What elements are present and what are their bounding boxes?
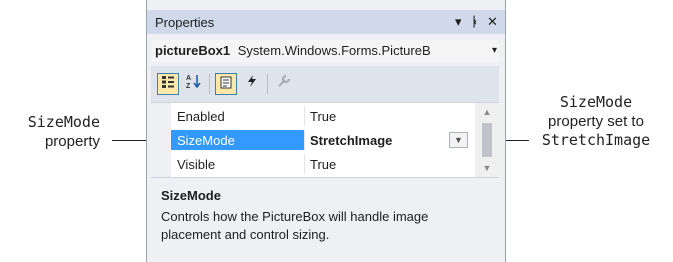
column-divider — [304, 154, 305, 174]
scroll-down-icon[interactable]: ▼ — [475, 161, 499, 175]
object-type: System.Windows.Forms.PictureB — [237, 43, 431, 58]
wrench-icon — [278, 75, 290, 87]
property-grid: Enabled True SizeMode StretchImage ▼ Vis… — [151, 102, 499, 178]
properties-panel: Properties ▾ ᚭ ✕ pictureBox1 System.Wind… — [146, 0, 506, 262]
property-pages-button[interactable] — [273, 73, 295, 95]
properties-button[interactable] — [215, 73, 237, 95]
value-dropdown-button[interactable]: ▼ — [449, 132, 468, 148]
property-name: Visible — [177, 157, 216, 172]
svg-text:Z: Z — [186, 83, 191, 89]
properties-toolbar: A Z — [151, 66, 499, 102]
property-value[interactable]: True — [310, 157, 336, 172]
vertical-scrollbar[interactable]: ▲ ▼ — [475, 103, 499, 177]
right-callout-text: property set to — [548, 113, 644, 130]
lightning-icon — [248, 75, 256, 87]
column-divider — [304, 130, 305, 150]
svg-text:A: A — [186, 75, 191, 82]
description-pane: SizeMode Controls how the PictureBox wil… — [151, 180, 499, 262]
property-value[interactable]: StretchImage — [310, 133, 392, 148]
pin-icon[interactable]: ᚭ — [471, 14, 479, 29]
property-name: SizeMode — [177, 133, 235, 148]
right-callout: SizeMode property set to StretchImage — [521, 93, 671, 150]
left-callout: SizeMode property — [0, 113, 100, 151]
events-button[interactable] — [241, 73, 263, 95]
panel-titlebar[interactable]: Properties ▾ ᚭ ✕ — [147, 10, 505, 34]
scrollbar-thumb[interactable] — [482, 123, 492, 157]
property-row-sizemode[interactable]: SizeMode StretchImage ▼ — [171, 130, 475, 150]
property-value[interactable]: True — [310, 109, 336, 124]
left-callout-property-name: SizeMode — [27, 113, 100, 131]
property-row-enabled[interactable]: Enabled True — [171, 106, 475, 126]
panel-title: Properties — [155, 15, 215, 30]
grid-gutter — [151, 103, 171, 177]
property-row-visible[interactable]: Visible True — [171, 154, 475, 174]
alphabetical-button[interactable]: A Z — [183, 73, 205, 95]
object-name: pictureBox1 — [155, 43, 231, 58]
window-position-dropdown-icon[interactable]: ▾ — [455, 14, 462, 30]
description-text: Controls how the PictureBox will handle … — [161, 209, 429, 242]
property-name: Enabled — [177, 109, 225, 124]
left-callout-text: property — [44, 133, 100, 150]
close-icon[interactable]: ✕ — [487, 14, 498, 30]
toolbar-separator — [267, 74, 268, 94]
sort-alphabetical-icon: A Z — [186, 75, 201, 90]
toolbar-separator — [209, 74, 210, 94]
categorized-icon — [162, 76, 174, 88]
scroll-up-icon[interactable]: ▲ — [475, 105, 499, 119]
right-callout-property-name: SizeMode — [559, 93, 633, 111]
description-title: SizeMode — [161, 188, 221, 203]
column-divider — [304, 106, 305, 126]
chevron-down-icon[interactable]: ▾ — [492, 40, 497, 62]
object-selector[interactable]: pictureBox1 System.Windows.Forms.Picture… — [151, 40, 499, 62]
properties-icon — [220, 76, 232, 89]
right-callout-value: StretchImage — [541, 131, 651, 149]
categorized-button[interactable] — [157, 73, 179, 95]
